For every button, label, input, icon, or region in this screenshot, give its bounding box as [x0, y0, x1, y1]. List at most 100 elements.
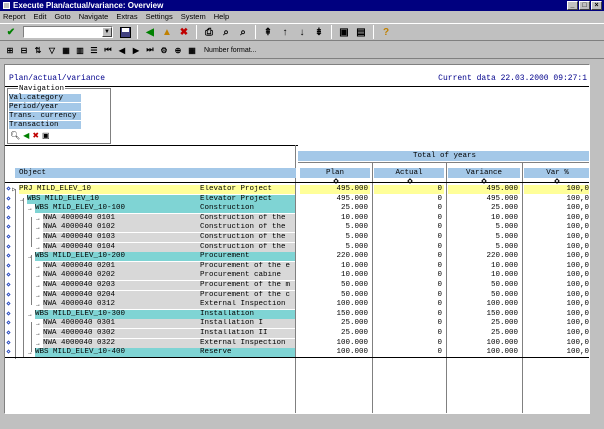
table-row[interactable]: → NWA 4000040 0322 External Inspection 100.…	[5, 338, 589, 348]
table-row[interactable]: → NWA 4000040 0102 Construction of the 5.00…	[5, 223, 589, 233]
last-icon[interactable]: ⏭	[144, 44, 156, 56]
next-page-icon[interactable]: ↓	[295, 25, 309, 39]
expand-node-icon[interactable]: →	[36, 262, 43, 271]
row-marker-icon[interactable]	[6, 311, 11, 316]
find-icon[interactable]: ⌕	[219, 25, 233, 39]
collapse-icon[interactable]: ⊟	[18, 44, 30, 56]
row-marker-icon[interactable]	[6, 234, 11, 239]
back-icon[interactable]: ◀	[143, 25, 157, 39]
menu-settings[interactable]: Settings	[146, 12, 173, 21]
row-marker-icon[interactable]	[6, 186, 11, 191]
table-row[interactable]: → NWA 4000040 0203 Procurement of the m 50.…	[5, 281, 589, 290]
minimize-button[interactable]: _	[567, 1, 578, 10]
nav-item-transaction[interactable]: Transaction	[9, 121, 81, 129]
print-icon[interactable]: ⎙	[202, 25, 216, 39]
settings-icon[interactable]: ⚙	[158, 44, 170, 56]
row-marker-icon[interactable]	[6, 301, 11, 306]
exit-icon[interactable]: ▲	[160, 25, 174, 39]
previous-icon[interactable]: ◀	[116, 44, 128, 56]
table-row[interactable]: ▷ PRJ MILD_ELEV_10 Elevator Project 495.000…	[5, 185, 589, 194]
zoom-icon[interactable]: ⊕	[172, 44, 184, 56]
table-row[interactable]: → NWA 4000040 0204 Procurement of the c 50.…	[5, 290, 589, 300]
row-marker-icon[interactable]	[6, 243, 11, 249]
expand-node-icon[interactable]: →	[36, 319, 43, 328]
previous-page-icon[interactable]: ↑	[278, 25, 292, 39]
table-row[interactable]: → WBS MILD_ELEV_10 Elevator Project 495.000…	[5, 194, 589, 204]
row-marker-icon[interactable]	[6, 291, 11, 297]
enter-check-icon[interactable]: ✔	[4, 25, 18, 39]
maximize-button[interactable]: □	[579, 1, 590, 10]
menu-extras[interactable]: Extras	[116, 12, 137, 21]
row-marker-icon[interactable]	[6, 272, 11, 278]
plan-column-header[interactable]: Plan	[300, 168, 370, 178]
table-row[interactable]: → NWA 4000040 0101 Construction of the 10.0…	[5, 213, 589, 223]
row-marker-icon[interactable]	[6, 349, 11, 354]
expand-node-icon[interactable]: →	[36, 223, 43, 232]
command-field[interactable]: ▼	[23, 26, 113, 38]
row-marker-icon[interactable]	[6, 205, 11, 210]
table-row[interactable]: → NWA 4000040 0104 Construction of the 5.00…	[5, 242, 589, 252]
row-marker-icon[interactable]	[6, 282, 11, 287]
expand-node-icon[interactable]: →	[36, 243, 43, 252]
nav-item-period-year[interactable]: Period/year	[9, 103, 81, 111]
expand-node-icon[interactable]: →	[28, 204, 35, 213]
expand-node-icon[interactable]: →	[36, 329, 43, 338]
table-row[interactable]: → NWA 4000040 0201 Procurement of the e 10.…	[5, 261, 589, 271]
zoom-icon[interactable]: 🔍︎	[10, 131, 20, 140]
row-marker-icon[interactable]	[6, 330, 11, 335]
menu-report[interactable]: Report	[3, 12, 26, 21]
cancel-icon[interactable]: ✖	[177, 25, 191, 39]
expand-node-icon[interactable]: →	[36, 214, 43, 223]
chevron-down-icon[interactable]: ▼	[102, 27, 112, 37]
expand-node-icon[interactable]: →	[36, 291, 43, 300]
expand-node-icon[interactable]: →	[36, 233, 43, 242]
help-icon[interactable]: ?	[379, 25, 393, 39]
grid-icon[interactable]: ▦	[186, 44, 198, 56]
close-button[interactable]: ×	[591, 1, 602, 10]
variance-column-header[interactable]: Variance	[448, 168, 520, 178]
varpct-column-header[interactable]: Var %	[524, 168, 589, 178]
row-marker-icon[interactable]	[6, 253, 11, 258]
row-marker-icon[interactable]	[6, 320, 11, 326]
table-row[interactable]: → NWA 4000040 0202 Procurement cabine 10.00…	[5, 271, 589, 281]
first-icon[interactable]: ⏮	[102, 44, 114, 56]
expand-node-icon[interactable]: →	[36, 339, 43, 348]
layout-icon[interactable]: ▦	[60, 44, 72, 56]
last-page-icon[interactable]: ⇟	[312, 25, 326, 39]
table-row[interactable]: → NWA 4000040 0301 Installation I 25.000 0 25…	[5, 319, 589, 329]
first-page-icon[interactable]: ⇞	[261, 25, 275, 39]
menu-navigate[interactable]: Navigate	[79, 12, 109, 21]
row-marker-icon[interactable]	[6, 339, 11, 345]
menu-edit[interactable]: Edit	[34, 12, 47, 21]
find-next-icon[interactable]: ⌕	[236, 25, 250, 39]
details-icon[interactable]: ☰	[88, 44, 100, 56]
table-row[interactable]: → WBS MILD_ELEV_10-300 Installation 150.000…	[5, 309, 589, 319]
sort-icon[interactable]: ⇅	[32, 44, 44, 56]
object-column-header[interactable]: Object	[15, 168, 296, 178]
table-row[interactable]: → WBS MILD_ELEV_10-400 Reserve 100.000 0 100.…	[5, 348, 589, 358]
expand-node-icon[interactable]: →	[28, 310, 35, 319]
number-format-button[interactable]: Number format...	[204, 47, 257, 54]
menu-goto[interactable]: Goto	[54, 12, 70, 21]
expand-node-icon[interactable]: →	[36, 281, 43, 290]
row-marker-icon[interactable]	[6, 263, 11, 268]
shortcut-icon[interactable]: ▤	[354, 25, 368, 39]
table-row[interactable]: → NWA 4000040 0312 External Inspection 100.…	[5, 300, 589, 310]
nav-item-trans-currency[interactable]: Trans. currency	[9, 112, 81, 120]
next-icon[interactable]: ▶	[130, 44, 142, 56]
expand-icon[interactable]: ⊞	[4, 44, 16, 56]
table-row[interactable]: → NWA 4000040 0103 Construction of the 5.00…	[5, 233, 589, 242]
menu-system[interactable]: System	[181, 12, 206, 21]
back-icon[interactable]: ◀	[23, 131, 29, 140]
nav-item-val-category[interactable]: Val.category	[9, 94, 81, 102]
window-icon[interactable]: ▣	[42, 131, 50, 140]
row-marker-icon[interactable]	[6, 224, 11, 230]
table-row[interactable]: → WBS MILD_ELEV_10-200 Procurement 220.000 0…	[5, 252, 589, 262]
table-row[interactable]: → WBS MILD_ELEV_10-100 Construction 25.000 0…	[5, 204, 589, 214]
new-session-icon[interactable]: ▣	[337, 25, 351, 39]
expand-node-icon[interactable]: →	[36, 271, 43, 280]
menu-help[interactable]: Help	[214, 12, 229, 21]
filter-icon[interactable]: ▽	[46, 44, 58, 56]
graphic-icon[interactable]: ▥	[74, 44, 86, 56]
delete-icon[interactable]: ✖	[32, 131, 39, 140]
